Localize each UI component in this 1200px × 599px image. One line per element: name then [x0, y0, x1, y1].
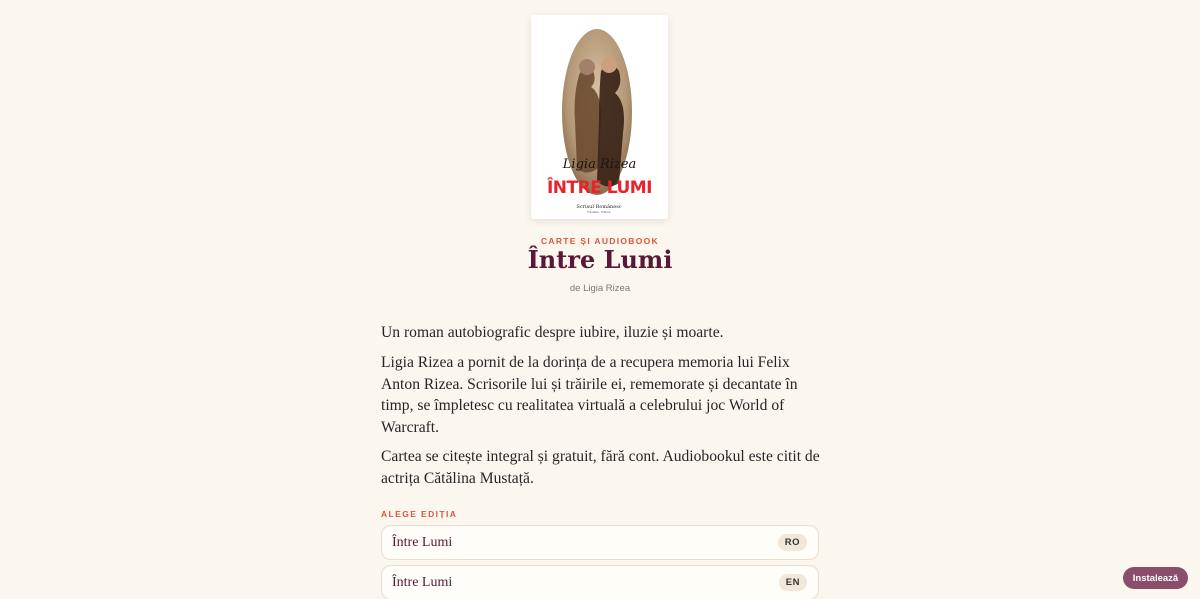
description-paragraph-3: Cartea se citește integral și gratuit, f…: [381, 448, 820, 487]
description-paragraph-1: Un roman autobiografic despre iubire, il…: [381, 324, 724, 341]
edition-option-ro[interactable]: Între Lumi RO: [381, 525, 819, 560]
editions-label: ALEGE EDIȚIA: [381, 509, 458, 519]
edition-option-en[interactable]: Între Lumi EN: [381, 565, 819, 599]
author-byline: de Ligia Rizea: [569, 283, 631, 294]
install-button[interactable]: Instalează: [1123, 567, 1188, 589]
book-page: Scrisul Românesc Fundația · Editura Ligi…: [0, 0, 1200, 599]
language-badge: EN: [778, 574, 807, 591]
publisher-logo: Scrisul Românesc: [576, 203, 621, 210]
book-cover[interactable]: Scrisul Românesc Fundația · Editura Ligi…: [531, 15, 668, 219]
cover-author: Ligia Rizea: [562, 157, 637, 172]
publisher-sub: Fundația · Editura: [588, 210, 611, 214]
language-badge: RO: [777, 534, 807, 551]
page-title: Între Lumi: [527, 245, 673, 274]
cover-title: ÎNTRE LUMI: [546, 178, 653, 198]
edition-name: Între Lumi: [392, 574, 453, 590]
description-paragraph-2: Ligia Rizea a pornit de la dorința de a …: [381, 354, 798, 436]
edition-name: Între Lumi: [392, 534, 453, 550]
